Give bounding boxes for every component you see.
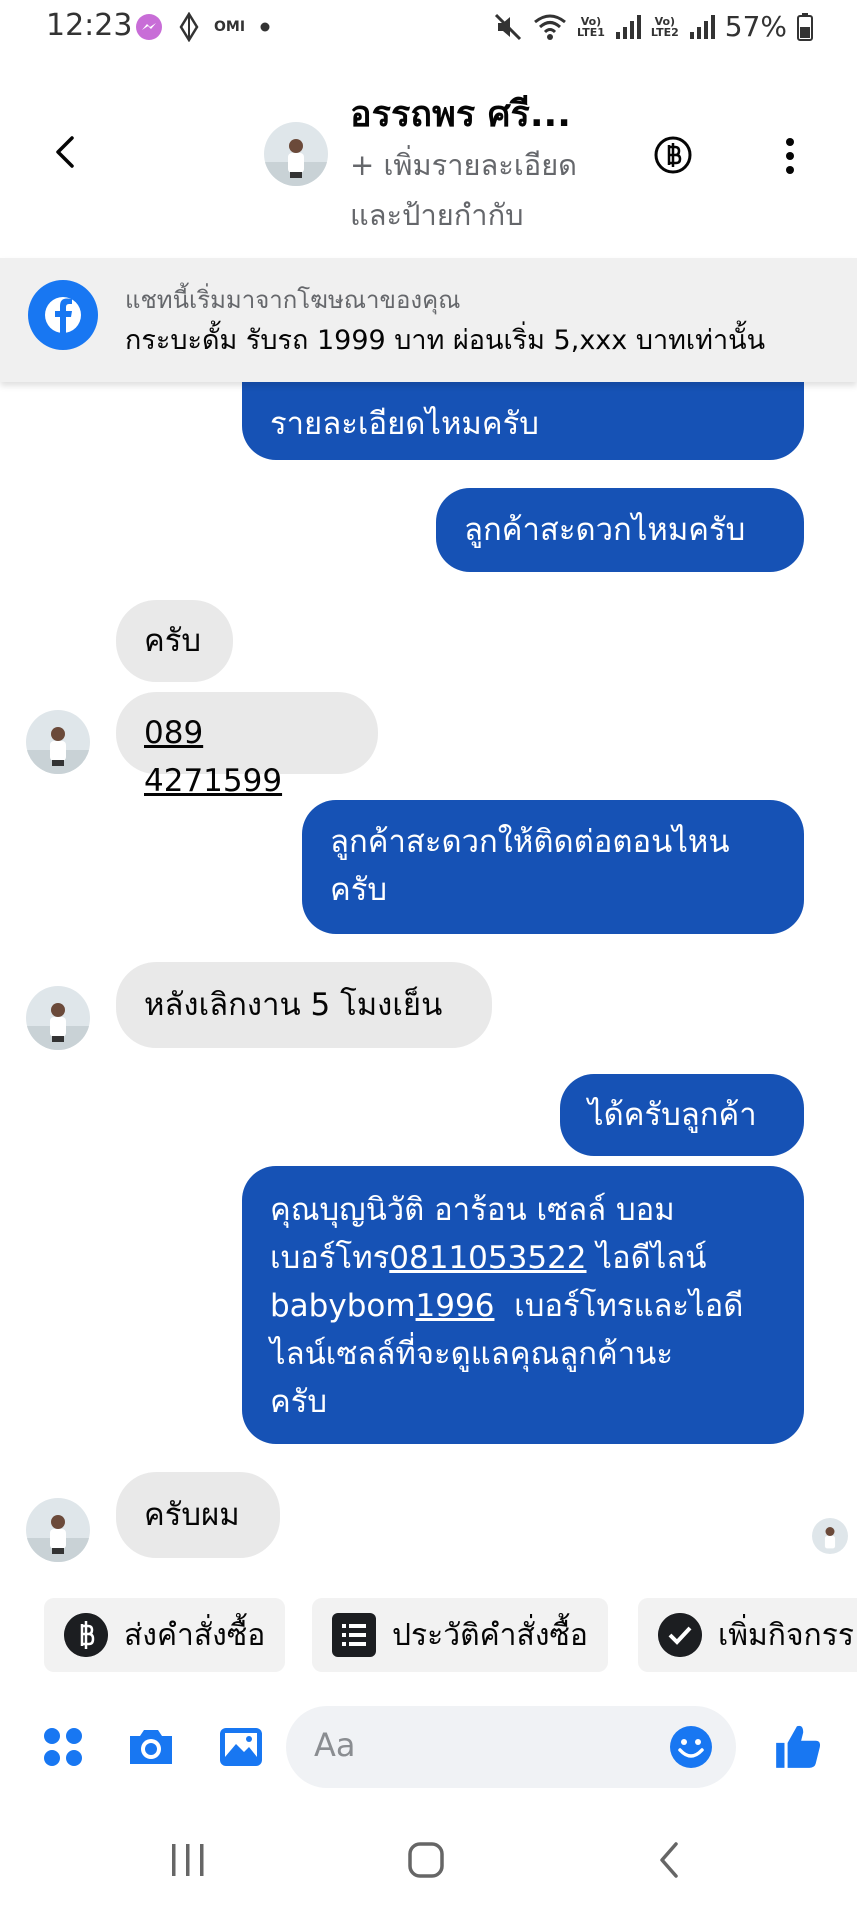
sender-avatar[interactable]	[26, 710, 90, 774]
signal-2-icon	[689, 14, 715, 39]
ad-origin-banner[interactable]: แชทนี้เริ่มมาจากโฆษณาของคุณ กระบะดั้ม รั…	[0, 258, 857, 382]
emoji-icon[interactable]	[668, 1724, 714, 1770]
order-history-button[interactable]: ประวัติคำสั่งซื้อ	[312, 1598, 608, 1672]
message-bubble-outgoing[interactable]: ได้ครับลูกค้า	[560, 1074, 804, 1156]
system-icons: Vo) LTE1 Vo) LTE2 57%	[493, 10, 813, 43]
message-bubble-outgoing[interactable]: ลูกค้าสะดวกให้ติดต่อตอนไหน ครับ	[302, 800, 804, 934]
notification-icons: OMI	[134, 12, 271, 42]
status-bar: 12:23 OMI Vo) LTE1 Vo) LTE2 57%	[0, 0, 857, 56]
quick-actions-row: ส่งคำสั่งซื้อ ประวัติคำสั่งซื้อ เพิ่มกิจ…	[0, 1598, 857, 1674]
facebook-icon	[28, 280, 98, 350]
ad-title: กระบะดั้ม รับรถ 1999 บาท ผ่อนเริ่ม 5,xxx…	[125, 325, 766, 356]
add-details-link[interactable]: + เพิ่มรายละเอียด และป้ายกำกับ	[350, 140, 630, 240]
baht-icon[interactable]	[654, 136, 692, 174]
add-activity-button[interactable]: เพิ่มกิจกรร	[638, 1598, 857, 1672]
gallery-icon[interactable]	[216, 1722, 266, 1772]
signal-1-icon	[615, 14, 641, 39]
battery-icon	[797, 12, 813, 41]
number-link[interactable]: 1996	[416, 1288, 495, 1324]
message-bubble-outgoing[interactable]: รายละเอียดไหมครับ	[242, 382, 804, 460]
wifi-icon	[534, 14, 566, 40]
message-bubble-outgoing[interactable]: คุณบุญนิวัติ อาร้อน เซลล์ บอม เบอร์โทร08…	[242, 1166, 804, 1444]
diamond-icon	[179, 12, 199, 42]
omi-label: OMI	[214, 19, 246, 35]
messenger-icon	[136, 14, 162, 40]
chat-header: อรรถพร ศรี... + เพิ่มรายละเอียด และป้ายก…	[0, 60, 857, 258]
apps-icon[interactable]	[38, 1722, 88, 1772]
message-bubble-incoming[interactable]: หลังเลิกงาน 5 โมงเย็น	[116, 962, 492, 1048]
phone-link[interactable]: 089 4271599	[144, 715, 282, 799]
baht-icon	[64, 1613, 108, 1657]
mute-icon	[494, 13, 522, 40]
message-bubble-incoming[interactable]: 089 4271599	[116, 692, 378, 799]
recent-apps-icon[interactable]	[168, 1840, 208, 1880]
contact-avatar[interactable]	[264, 122, 328, 186]
nav-back-icon[interactable]	[650, 1840, 690, 1880]
send-order-button[interactable]: ส่งคำสั่งซื้อ	[44, 1598, 286, 1672]
sender-avatar[interactable]	[26, 986, 90, 1050]
list-icon	[332, 1613, 376, 1657]
message-bubble-outgoing[interactable]: ลูกค้าสะดวกไหมครับ	[436, 488, 804, 572]
sim1-volte: Vo) LTE1	[577, 14, 605, 39]
check-circle-icon	[658, 1613, 702, 1657]
battery-percent: 57%	[724, 10, 787, 43]
phone-link[interactable]: 0811053522	[389, 1240, 586, 1276]
dot-icon	[260, 22, 270, 32]
like-icon[interactable]	[772, 1720, 824, 1772]
message-bubble-incoming[interactable]: ครับ	[116, 600, 233, 682]
message-input-placeholder: Aa	[314, 1726, 356, 1764]
back-arrow-icon[interactable]	[46, 132, 86, 172]
ad-origin-label: แชทนี้เริ่มมาจากโฆษณาของคุณ	[125, 286, 461, 314]
message-input[interactable]: Aa	[286, 1706, 736, 1788]
message-thread[interactable]: รายละเอียดไหมครับ ลูกค้าสะดวกไหมครับ ครั…	[0, 382, 857, 1582]
read-receipt-avatar	[812, 1518, 848, 1554]
message-composer: Aa	[0, 1700, 857, 1796]
system-nav-bar	[0, 1820, 857, 1911]
home-icon[interactable]	[406, 1840, 446, 1880]
message-bubble-incoming[interactable]: ครับผม	[116, 1472, 280, 1558]
sim2-volte: Vo) LTE2	[650, 14, 679, 39]
contact-name[interactable]: อรรถพร ศรี...	[350, 85, 571, 142]
status-time: 12:23	[46, 8, 133, 43]
more-options-icon[interactable]	[776, 136, 804, 176]
camera-icon[interactable]	[126, 1722, 176, 1772]
sender-avatar[interactable]	[26, 1498, 90, 1562]
